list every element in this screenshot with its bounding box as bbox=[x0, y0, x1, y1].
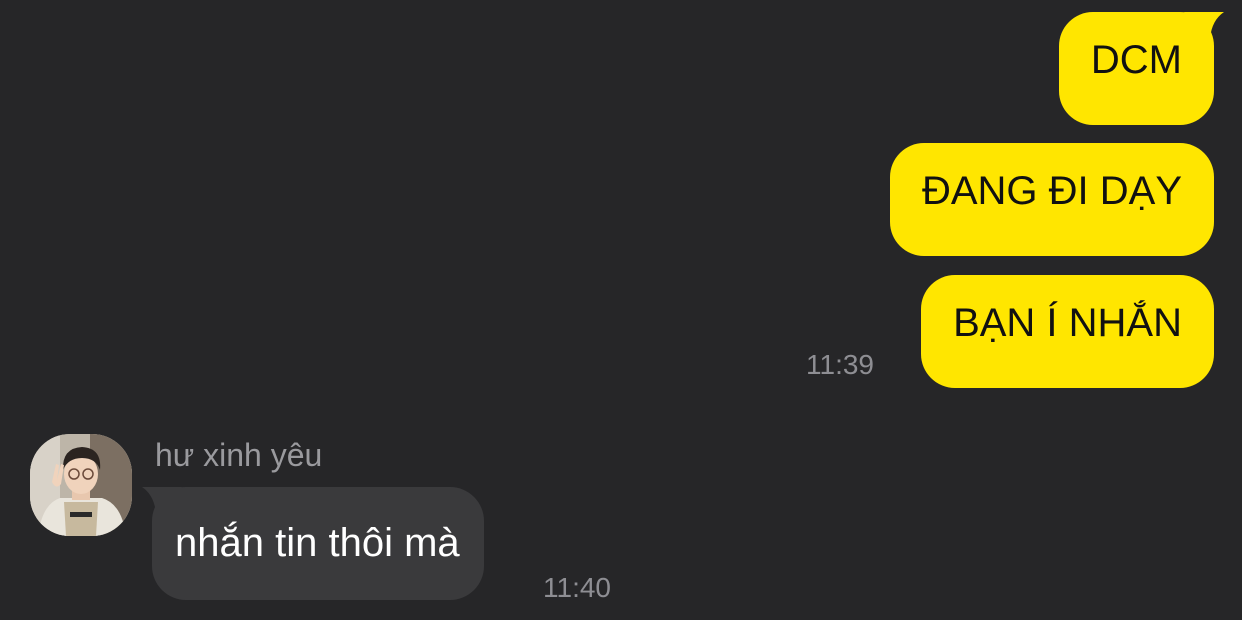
outgoing-message-bubble[interactable]: BẠN Í NHẮN bbox=[921, 275, 1214, 388]
incoming-message-bubble[interactable]: nhắn tin thôi mà bbox=[142, 487, 484, 600]
outgoing-message-bubble[interactable]: DCM bbox=[1058, 12, 1224, 125]
avatar[interactable] bbox=[30, 434, 132, 536]
bubble-tail-icon bbox=[142, 487, 182, 513]
message-text: BẠN Í NHẮN bbox=[953, 301, 1182, 345]
sender-name: hư xinh yêu bbox=[155, 437, 323, 473]
profile-photo-icon bbox=[30, 434, 132, 536]
bubble-tail-icon bbox=[1184, 12, 1224, 38]
message-text: ĐANG ĐI DẠY bbox=[921, 169, 1182, 213]
message-timestamp: 11:40 bbox=[543, 572, 611, 603]
message-text: DCM bbox=[1090, 38, 1182, 82]
outgoing-message-bubble[interactable]: ĐANG ĐI DẠY bbox=[889, 143, 1214, 256]
message-timestamp: 11:39 bbox=[806, 349, 874, 380]
chat-thread: DCM ĐANG ĐI DẠY BẠN Í NHẮN 11:39 hư xinh… bbox=[0, 0, 1242, 620]
message-text: nhắn tin thôi mà bbox=[175, 521, 460, 565]
